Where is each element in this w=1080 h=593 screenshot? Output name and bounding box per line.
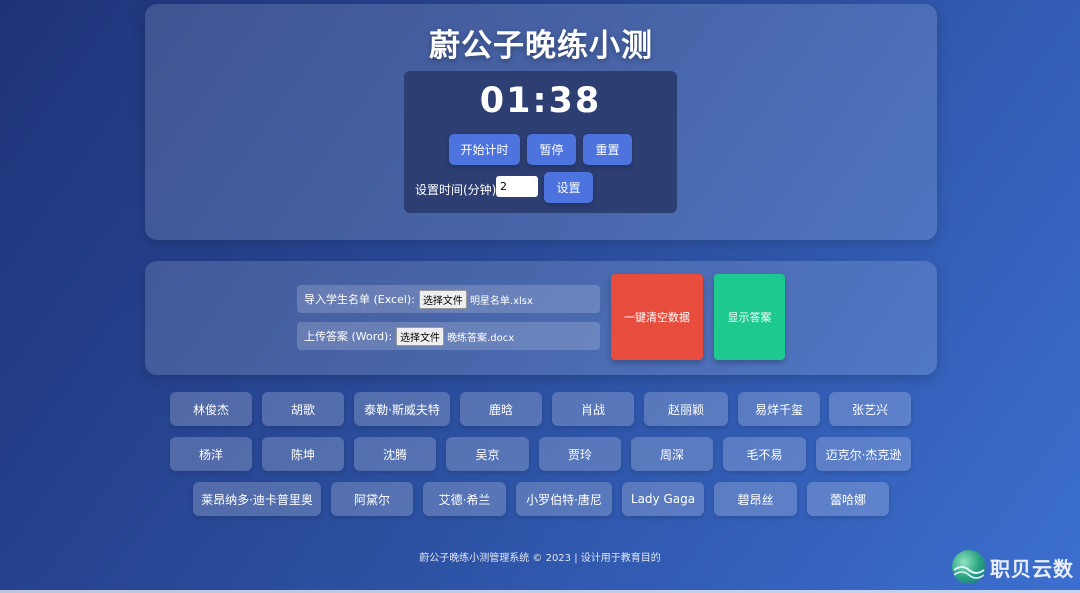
student-button[interactable]: 赵丽颖: [644, 392, 728, 426]
answer-file-name: 晚练答案.docx: [447, 332, 515, 344]
student-button[interactable]: 小罗伯特·唐尼: [516, 482, 612, 516]
student-button[interactable]: 艾德·希兰: [423, 482, 506, 516]
answer-upload: 上传答案 (Word): 选择文件 晚练答案.docx: [297, 322, 600, 350]
pause-button[interactable]: 暂停: [527, 134, 576, 165]
student-button[interactable]: 鹿晗: [460, 392, 542, 426]
student-list-upload: 导入学生名单 (Excel): 选择文件 明星名单.xlsx: [297, 285, 600, 313]
student-button[interactable]: 蕾哈娜: [807, 482, 889, 516]
set-time-label: 设置时间(分钟):: [415, 183, 501, 197]
student-button[interactable]: 杨洋: [170, 437, 252, 471]
student-button[interactable]: Lady Gaga: [622, 482, 704, 516]
student-button[interactable]: 易烊千玺: [738, 392, 820, 426]
watermark-text: 职贝云数: [990, 556, 1074, 581]
student-button[interactable]: 周深: [631, 437, 713, 471]
answer-upload-label: 上传答案 (Word):: [304, 330, 393, 343]
show-answer-button[interactable]: 显示答案: [714, 274, 785, 360]
student-button[interactable]: 毛不易: [723, 437, 806, 471]
student-button[interactable]: 迈克尔·杰克逊: [816, 437, 911, 471]
student-button[interactable]: 陈坤: [262, 437, 344, 471]
timer-panel: 蔚公子晚练小测 01:38 开始计时 暂停 重置 设置时间(分钟): 设置: [145, 4, 937, 240]
timer-box: 01:38 开始计时 暂停 重置 设置时间(分钟): 设置: [404, 71, 677, 213]
student-button[interactable]: 胡歌: [262, 392, 344, 426]
watermark: 职贝云数: [952, 550, 1074, 584]
set-time-button[interactable]: 设置: [544, 172, 593, 203]
student-button[interactable]: 沈腾: [354, 437, 436, 471]
globe-logo-icon: [952, 550, 986, 584]
timer-display: 01:38: [479, 81, 602, 121]
student-file-name: 明星名单.xlsx: [469, 295, 533, 307]
student-button[interactable]: 碧昂丝: [714, 482, 797, 516]
clear-data-button[interactable]: 一键清空数据: [611, 274, 703, 360]
footer-text: 蔚公子晚练小测管理系统 © 2023 | 设计用于教育目的: [419, 553, 661, 564]
upload-panel: 导入学生名单 (Excel): 选择文件 明星名单.xlsx 上传答案 (Wor…: [145, 261, 937, 375]
student-button[interactable]: 贾玲: [539, 437, 621, 471]
student-button[interactable]: 阿黛尔: [331, 482, 413, 516]
student-file-choose-button[interactable]: 选择文件: [418, 289, 467, 309]
student-button[interactable]: 吴京: [446, 437, 529, 471]
student-button[interactable]: 张艺兴: [829, 392, 911, 426]
student-button[interactable]: 肖战: [552, 392, 634, 426]
student-list-label: 导入学生名单 (Excel):: [304, 293, 415, 306]
answer-file-choose-button[interactable]: 选择文件: [396, 326, 445, 346]
student-button[interactable]: 莱昂纳多·迪卡普里奥: [193, 482, 321, 516]
set-time-input[interactable]: [496, 176, 538, 197]
student-button[interactable]: 泰勒·斯威夫特: [354, 392, 450, 426]
reset-button[interactable]: 重置: [583, 134, 632, 165]
start-timer-button[interactable]: 开始计时: [449, 134, 520, 165]
student-button[interactable]: 林俊杰: [170, 392, 252, 426]
page-title: 蔚公子晚练小测: [429, 28, 653, 64]
